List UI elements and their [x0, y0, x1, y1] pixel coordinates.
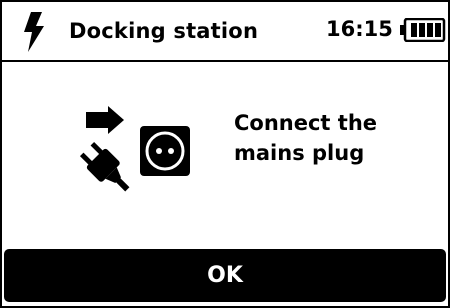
- mains-plug-icon: [79, 141, 130, 192]
- instruction-message: Connect the mains plug: [234, 108, 424, 168]
- power-socket-icon: [140, 126, 190, 176]
- message-line-2: mains plug: [234, 141, 365, 165]
- connect-mains-plug-icon: [79, 106, 190, 192]
- battery-full-icon: [400, 18, 446, 42]
- arrow-right-icon: [86, 106, 124, 134]
- device-screen: Docking station 16:15 Connect the mains …: [0, 0, 450, 308]
- ok-button[interactable]: OK: [4, 249, 446, 302]
- clock-time: 16:15: [326, 17, 393, 41]
- page-title: Docking station: [69, 19, 259, 43]
- message-line-1: Connect the: [234, 111, 378, 135]
- header-bar: Docking station 16:15: [2, 2, 448, 62]
- lightning-bolt-icon: [24, 12, 44, 52]
